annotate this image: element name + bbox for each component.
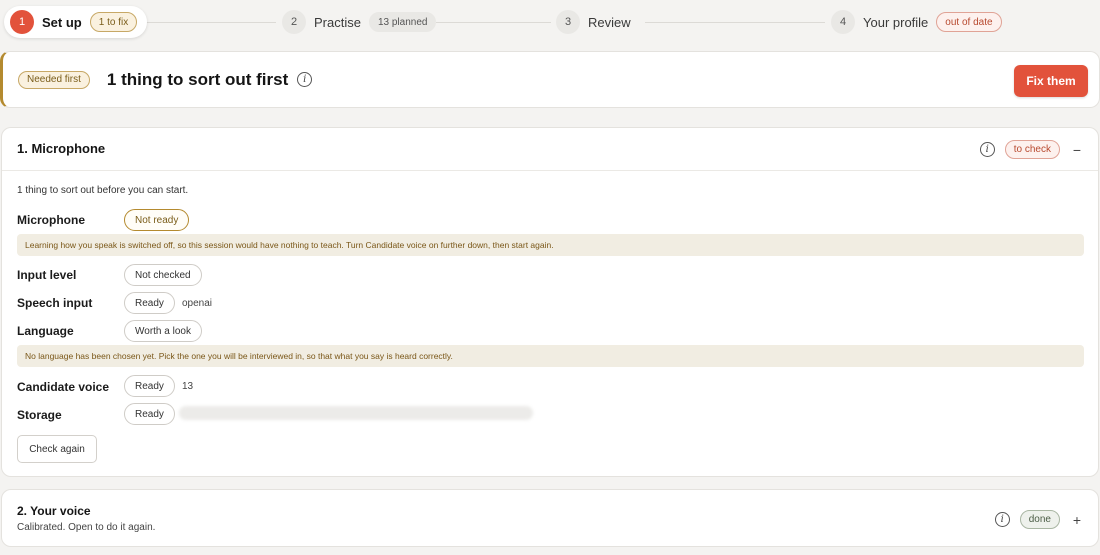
attention-banner: Needed first 1 thing to sort out first i… <box>0 51 1100 108</box>
row-label-language: Language <box>17 324 74 338</box>
fix-them-button[interactable]: Fix them <box>1014 65 1088 97</box>
status-badge: to check <box>1004 140 1060 159</box>
progress-stepper: 1 Set up 1 to fix 2 Practise 13 planned … <box>0 0 1100 44</box>
banner-title: 1 thing to sort out first <box>106 69 289 89</box>
microphone-warning-note: Learning how you speak is switched off, … <box>17 234 1084 256</box>
status-pill-microphone: Not ready <box>124 209 190 231</box>
step-badge: 1 to fix <box>89 12 138 32</box>
language-warning-note: No language has been chosen yet. Pick th… <box>17 345 1084 367</box>
step-connector <box>436 22 551 23</box>
section-title: 1. Microphone <box>17 141 106 156</box>
section-intro: 1 thing to sort out before you can start… <box>17 185 189 196</box>
status-pill-storage: Ready <box>124 403 175 425</box>
status-pill-speech-input: Ready <box>124 292 175 314</box>
microphone-section: 1. Microphone i to check − 1 thing to so… <box>1 127 1099 477</box>
expand-icon[interactable]: + <box>1070 512 1084 528</box>
step-badge: out of date <box>936 12 1002 32</box>
row-label-input-level: Input level <box>17 268 77 282</box>
section-controls: i done + <box>994 510 1084 529</box>
needed-first-badge: Needed first <box>18 70 90 89</box>
status-pill-candidate-voice: Ready <box>124 375 175 397</box>
step-review[interactable]: 3 Review <box>550 6 641 38</box>
row-label-microphone: Microphone <box>17 213 85 227</box>
your-voice-section[interactable]: 2. Your voice Calibrated. Open to do it … <box>1 489 1099 547</box>
candidate-voice-count: 13 <box>182 381 194 392</box>
step-connector <box>645 22 825 23</box>
step-number: 4 <box>831 10 855 34</box>
info-icon[interactable]: i <box>994 512 1010 527</box>
status-pill-language: Worth a look <box>124 320 202 342</box>
row-label-speech-input: Speech input <box>17 296 93 310</box>
step-number: 2 <box>282 10 306 34</box>
storage-path-redacted <box>179 406 533 420</box>
status-pill-input-level: Not checked <box>124 264 202 286</box>
step-number: 1 <box>10 10 34 34</box>
step-badge: 13 planned <box>368 12 437 32</box>
step-label: Set up <box>42 14 82 30</box>
section-title: 2. Your voice <box>17 504 91 518</box>
check-again-button[interactable]: Check again <box>17 435 97 463</box>
section-header[interactable]: 1. Microphone i to check − <box>2 128 1098 171</box>
step-label: Practise <box>314 14 361 30</box>
speech-input-provider: openai <box>182 298 213 309</box>
step-setup[interactable]: 1 Set up 1 to fix <box>4 6 148 38</box>
row-label-candidate-voice: Candidate voice <box>17 380 110 394</box>
step-label: Your profile <box>863 14 929 30</box>
step-connector <box>138 22 276 23</box>
step-practise[interactable]: 2 Practise 13 planned <box>276 6 446 38</box>
collapse-icon[interactable]: − <box>1070 142 1084 158</box>
step-number: 3 <box>556 10 580 34</box>
section-controls: i to check − <box>979 140 1084 159</box>
step-label: Review <box>588 14 631 30</box>
row-label-storage: Storage <box>17 408 62 422</box>
info-icon[interactable]: i <box>979 142 995 157</box>
section-subtitle: Calibrated. Open to do it again. <box>17 522 156 533</box>
info-icon[interactable]: i <box>297 72 313 87</box>
status-badge: done <box>1019 510 1060 529</box>
step-your-profile[interactable]: 4 Your profile out of date <box>825 6 1012 38</box>
